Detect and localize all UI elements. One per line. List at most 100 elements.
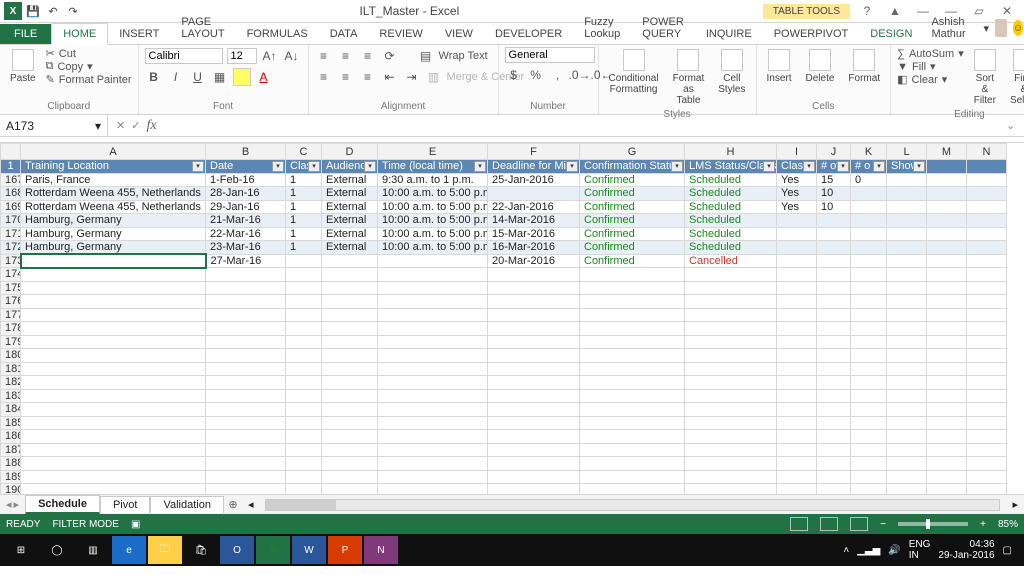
cell[interactable]: Scheduled [685,200,777,214]
conditional-formatting-button[interactable]: Conditional Formatting [605,47,663,97]
empty-row[interactable]: 178 [1,322,1007,336]
zoom-slider[interactable] [898,522,968,526]
empty-row[interactable]: 184 [1,403,1007,417]
cell[interactable]: 1 [286,214,322,228]
cell[interactable]: 21-Mar-16 [206,214,286,228]
filter-dropdown-icon[interactable]: ▾ [308,161,320,172]
row-header[interactable]: 189 [1,470,21,484]
italic-button[interactable]: I [167,68,185,86]
horizontal-scrollbar[interactable]: ◂ ▸ [242,498,1024,511]
col-header[interactable]: B [206,144,286,160]
col-header[interactable]: N [967,144,1007,160]
cell[interactable]: 1 [286,227,322,241]
tab-powerpivot[interactable]: POWERPIVOT [763,24,860,44]
cell[interactable]: Rotterdam Weena 455, Netherlands [21,187,206,201]
tab-review[interactable]: REVIEW [368,24,433,44]
cell[interactable]: 1-Feb-16 [206,173,286,187]
row-header[interactable]: 185 [1,416,21,430]
scroll-left-icon[interactable]: ◂ [248,498,254,511]
empty-row[interactable]: 186 [1,430,1007,444]
find-select-button[interactable]: Find & Select [1006,47,1024,108]
cell[interactable] [817,254,851,268]
cell[interactable] [817,214,851,228]
powerpoint-icon[interactable]: P [328,536,362,564]
tab-page-layout[interactable]: PAGE LAYOUT [170,12,235,44]
table-header-cell[interactable]: Confirmation Status▾ [580,160,685,174]
filter-dropdown-icon[interactable]: ▾ [873,161,885,172]
cortana-icon[interactable]: ◯ [40,536,74,564]
col-header[interactable]: L [887,144,927,160]
empty-row[interactable]: 190 [1,484,1007,495]
column-headers[interactable]: A B C D E F G H I J K L M N [1,144,1007,160]
cell[interactable]: 1 [286,200,322,214]
col-header[interactable]: C [286,144,322,160]
worksheet-grid[interactable]: A B C D E F G H I J K L M N 1Training Lo… [0,143,1024,494]
outlook-icon[interactable]: O [220,536,254,564]
empty-row[interactable]: 187 [1,443,1007,457]
filter-dropdown-icon[interactable]: ▾ [364,161,376,172]
row-header[interactable]: 176 [1,295,21,309]
row-header[interactable]: 188 [1,457,21,471]
cell[interactable] [851,241,887,255]
cell[interactable]: 9:30 a.m. to 1 p.m. [378,173,488,187]
cell[interactable]: Confirmed [580,200,685,214]
tab-file[interactable]: FILE [0,24,51,44]
cell[interactable] [817,227,851,241]
table-row[interactable]: 172 Hamburg, Germany 23-Mar-16 1 Externa… [1,241,1007,255]
col-header[interactable]: K [851,144,887,160]
cell[interactable]: 1 [286,187,322,201]
empty-row[interactable]: 182 [1,376,1007,390]
table-header-cell[interactable]: Shows▾ [887,160,927,174]
sort-filter-button[interactable]: Sort & Filter [970,47,1000,108]
col-header[interactable]: H [685,144,777,160]
empty-row[interactable]: 179 [1,335,1007,349]
cell[interactable] [851,214,887,228]
align-left-icon[interactable]: ≡ [315,68,333,86]
tab-insert[interactable]: INSERT [108,24,170,44]
normal-view-icon[interactable] [790,517,808,531]
autosum-button[interactable]: ∑AutoSum▾ [897,47,964,60]
empty-row[interactable]: 181 [1,362,1007,376]
row-header[interactable]: 168 [1,187,21,201]
tab-data[interactable]: DATA [319,24,369,44]
copy-button[interactable]: ⧉Copy▾ [46,60,132,73]
table-header-row[interactable]: 1Training Location▾Date▾Class▾Audience▾T… [1,160,1007,174]
cell[interactable]: 16-Mar-2016 [488,241,580,255]
cell[interactable]: Rotterdam Weena 455, Netherlands [21,200,206,214]
cell[interactable]: Confirmed [580,227,685,241]
cell[interactable] [851,187,887,201]
wrap-text-button[interactable]: ▤ [417,47,435,65]
increase-decimal-icon[interactable]: .0→ [571,66,589,84]
cell[interactable]: Scheduled [685,227,777,241]
zoom-out-icon[interactable]: − [880,519,886,530]
ribbon-toggle-icon[interactable]: ▲ [884,2,906,20]
cell[interactable]: Cancelled [685,254,777,268]
empty-row[interactable]: 176 [1,295,1007,309]
cut-button[interactable]: ✂Cut [46,47,132,60]
cell[interactable] [851,254,887,268]
cell[interactable]: Hamburg, Germany [21,241,206,255]
cancel-formula-icon[interactable]: ✕ [116,119,125,132]
col-header[interactable]: D [322,144,378,160]
cell[interactable]: 23-Mar-16 [206,241,286,255]
page-layout-view-icon[interactable] [820,517,838,531]
cell[interactable]: External [322,173,378,187]
row-header[interactable]: 170 [1,214,21,228]
cell[interactable]: 14-Mar-2016 [488,214,580,228]
align-bottom-icon[interactable]: ≡ [359,47,377,65]
tab-home[interactable]: HOME [51,23,108,45]
cell[interactable]: 1 [286,173,322,187]
col-header[interactable]: M [927,144,967,160]
tab-inquire[interactable]: INQUIRE [695,24,763,44]
col-header[interactable]: A [21,144,206,160]
cell[interactable]: Yes [777,200,817,214]
increase-indent-icon[interactable]: ⇥ [403,68,421,86]
file-explorer-icon[interactable]: 🗀 [148,536,182,564]
font-size-select[interactable] [227,48,257,64]
cell[interactable]: 29-Jan-16 [206,200,286,214]
empty-row[interactable]: 189 [1,470,1007,484]
cell[interactable]: Scheduled [685,187,777,201]
row-header[interactable]: 174 [1,268,21,282]
network-icon[interactable]: ▁▃▅ [857,545,880,556]
sheet-tab-schedule[interactable]: Schedule [25,495,100,514]
